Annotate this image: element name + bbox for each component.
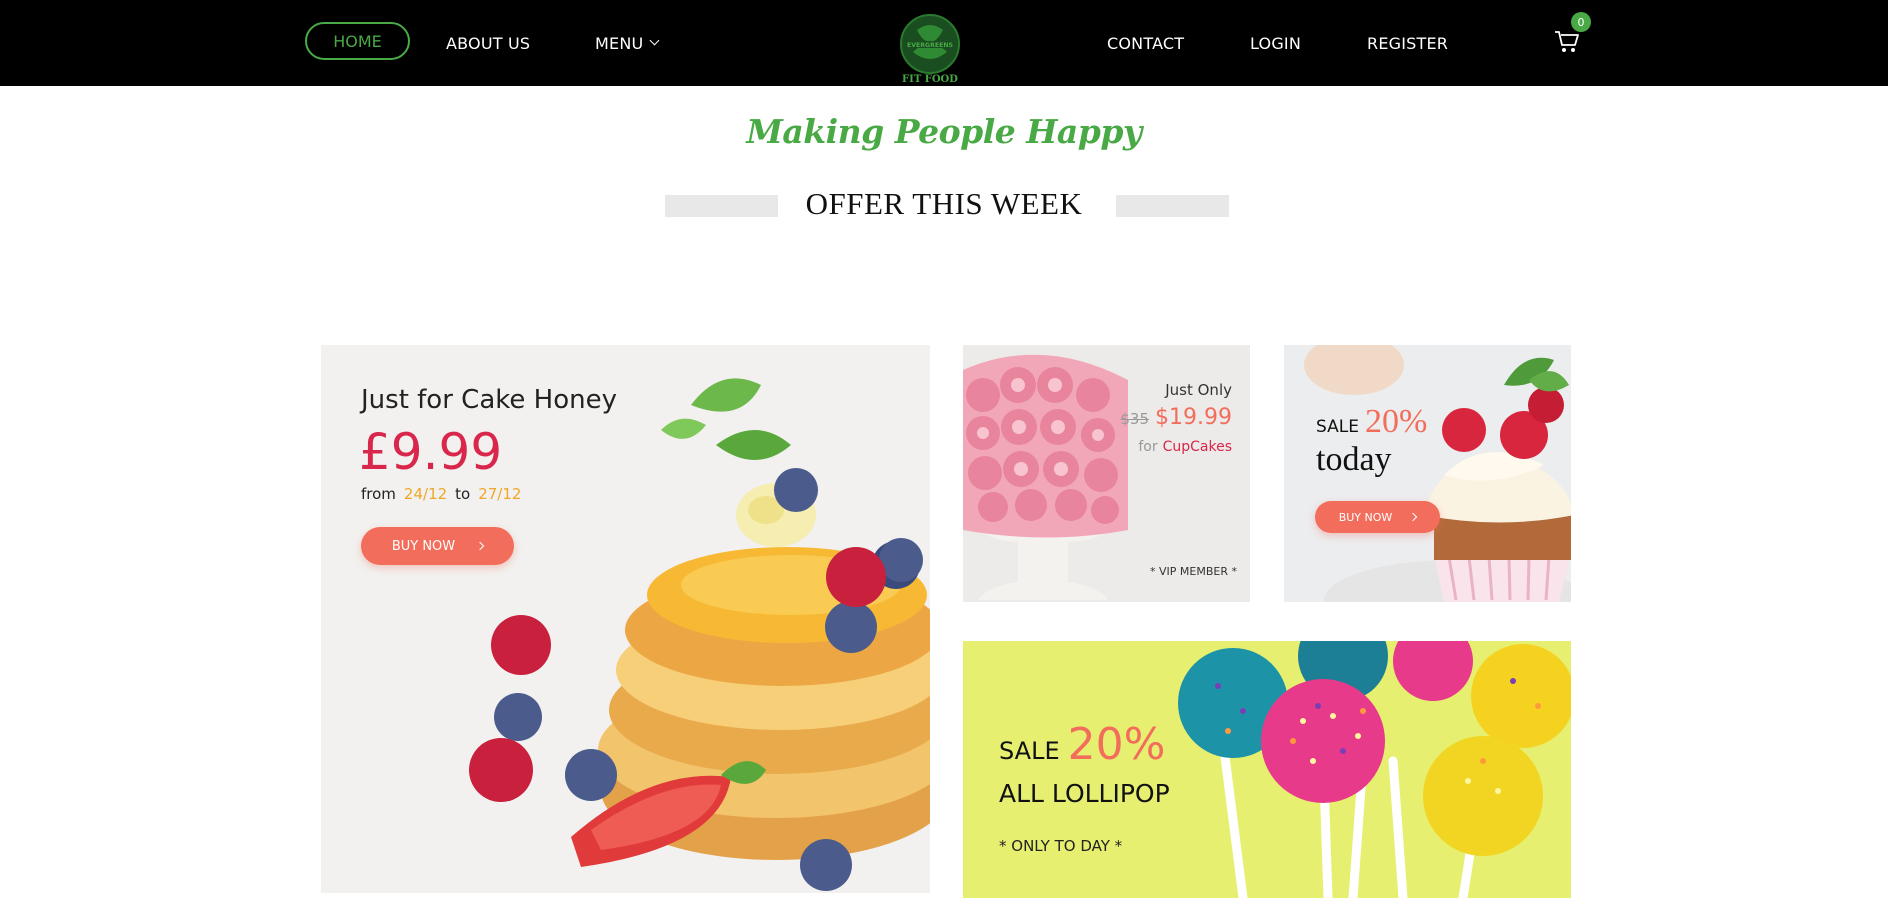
old-price: $35 [1120, 410, 1150, 428]
lollipop-note: * ONLY TO DAY * [999, 837, 1123, 855]
cupcake-price-row: $35 $19.99 [1120, 405, 1232, 430]
just-only-label: Just Only [1165, 381, 1232, 399]
nav-register-link[interactable]: REGISTER [1367, 0, 1448, 86]
nav-home-link[interactable]: HOME [305, 22, 410, 60]
lollipop-title: ALL LOLLIPOP [999, 779, 1170, 808]
top-navbar: HOME ABOUT US MENU EVERGREENS FIT FOOD C… [0, 0, 1888, 86]
sale-percent: 20% [1364, 403, 1428, 440]
arrow-right-icon [1409, 512, 1418, 522]
cart-count-badge[interactable]: 0 [1571, 12, 1591, 32]
banner-cake-honey[interactable]: Just for Cake Honey £9.99 from 24/12 to … [321, 345, 930, 893]
nav-login-link[interactable]: LOGIN [1250, 0, 1301, 86]
from-date: 24/12 [403, 485, 448, 503]
nav-menu-link[interactable]: MENU [595, 0, 660, 86]
sale-label: SALE [1316, 417, 1359, 437]
new-price: $19.99 [1155, 405, 1232, 430]
banner-sale-today[interactable]: SALE 20% today BUY NOW [1284, 345, 1571, 602]
sale-percent-row: SALE 20% [1316, 403, 1427, 441]
cake-price: £9.99 [359, 423, 503, 481]
banner-lollipop[interactable]: SALE 20% ALL LOLLIPOP * ONLY TO DAY * [963, 641, 1571, 898]
site-logo[interactable]: EVERGREENS FIT FOOD [897, 12, 963, 84]
offer-heading-row: OFFER THIS WEEK [0, 186, 1888, 226]
vip-member-note: * VIP MEMBER * [1150, 565, 1237, 578]
offer-title: OFFER THIS WEEK [805, 186, 1083, 221]
chevron-down-icon [649, 35, 660, 46]
banner-cupcakes[interactable]: Just Only $35 $19.99 for CupCakes * VIP … [963, 345, 1250, 602]
heading-divider-right [1116, 195, 1229, 217]
sale-buy-now-button[interactable]: BUY NOW [1315, 501, 1440, 533]
cake-date-range: from 24/12 to 27/12 [361, 485, 521, 503]
cake-buy-now-label: BUY NOW [391, 538, 456, 554]
product-name: CupCakes [1162, 439, 1232, 455]
lollipop-percent: 20% [1067, 719, 1166, 770]
lollipop-sale-row: SALE 20% [999, 719, 1165, 770]
cupcake-product-row: for CupCakes [1138, 439, 1232, 455]
tagline: Making People Happy [746, 112, 1142, 151]
nav-menu-label: MENU [595, 33, 644, 53]
to-label: to [455, 485, 471, 503]
logo-text-bottom: FIT FOOD [902, 74, 958, 84]
lollipop-sale-label: SALE [999, 737, 1060, 765]
for-label: for [1138, 439, 1158, 455]
to-date: 27/12 [478, 485, 522, 503]
cake-buy-now-button[interactable]: BUY NOW [361, 527, 514, 565]
cake-title: Just for Cake Honey [361, 385, 617, 415]
logo-text-top: EVERGREENS [907, 42, 953, 49]
arrow-right-icon [475, 541, 485, 551]
sale-today: today [1316, 441, 1392, 478]
from-label: from [361, 485, 396, 503]
nav-about-link[interactable]: ABOUT US [446, 0, 530, 86]
sale-buy-now-label: BUY NOW [1338, 510, 1393, 524]
nav-contact-link[interactable]: CONTACT [1107, 0, 1184, 86]
